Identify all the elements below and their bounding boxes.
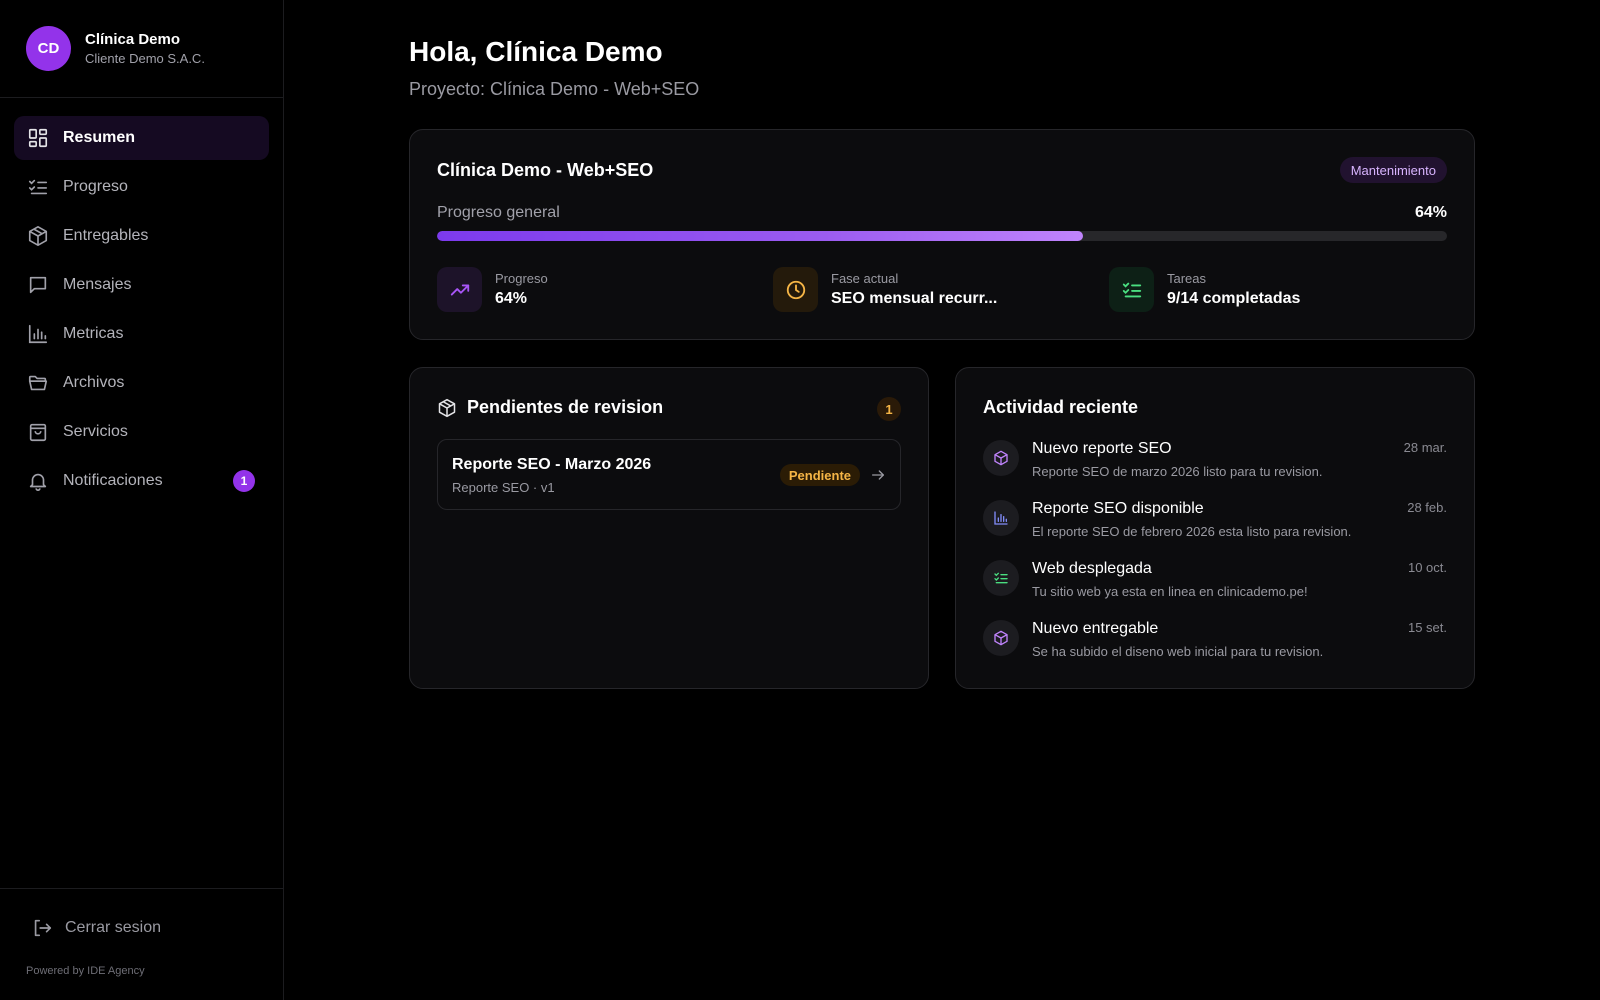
sidebar-nav: Resumen Progreso Entregables Mensajes Me…	[0, 98, 283, 503]
sidebar-item-notificaciones[interactable]: Notificaciones 1	[14, 459, 269, 503]
stat-value: 64%	[495, 290, 528, 307]
pending-review-card: Pendientes de revision 1 Reporte SEO - M…	[409, 367, 929, 689]
bar-chart-icon	[27, 323, 49, 345]
profile-name: Clínica Demo	[85, 31, 181, 48]
powered-by: Powered by IDE Agency	[26, 965, 145, 977]
sidebar-item-label: Archivos	[63, 374, 125, 391]
sidebar-item-entregables[interactable]: Entregables	[14, 214, 269, 258]
sidebar-footer: Cerrar sesion Powered by IDE Agency	[0, 888, 283, 977]
pending-item-title: Reporte SEO - Marzo 2026	[452, 456, 652, 473]
sidebar-item-label: Notificaciones	[63, 472, 163, 489]
logout-icon	[31, 917, 53, 939]
list-check-icon	[1109, 267, 1154, 312]
sidebar-item-label: Mensajes	[63, 276, 132, 293]
avatar: CD	[26, 26, 71, 71]
logout-label: Cerrar sesion	[65, 919, 162, 936]
sidebar-item-mensajes[interactable]: Mensajes	[14, 263, 269, 307]
recent-activity-card: Actividad reciente Nuevo reporte SEO Rep…	[955, 367, 1475, 689]
activity-date: 10 oct.	[1407, 560, 1447, 575]
sidebar-item-label: Resumen	[63, 129, 136, 146]
activity-description: Se ha subido el diseno web inicial para …	[1032, 644, 1324, 659]
package-icon	[983, 620, 1019, 656]
activity-description: Tu sitio web ya esta en linea en clinica…	[1032, 584, 1308, 599]
package-icon	[983, 440, 1019, 476]
project-summary-card: Clínica Demo - Web+SEO Mantenimiento Pro…	[409, 129, 1475, 340]
bell-icon	[27, 470, 49, 492]
stat-value: 9/14 completadas	[1167, 290, 1301, 307]
clock-icon	[773, 267, 818, 312]
activity-title: Reporte SEO disponible	[1032, 500, 1204, 517]
project-title: Clínica Demo - Web+SEO	[437, 160, 654, 180]
activity-title: Nuevo entregable	[1032, 620, 1159, 637]
pending-item-subtitle: Reporte SEO · v1	[452, 480, 555, 495]
grid-icon	[27, 127, 49, 149]
section-title: Pendientes de revision	[467, 397, 664, 417]
pending-item[interactable]: Reporte SEO - Marzo 2026 Reporte SEO · v…	[437, 439, 901, 510]
progress-bar	[437, 231, 1447, 241]
status-badge: Pendiente	[779, 464, 860, 486]
sidebar-item-label: Progreso	[63, 178, 128, 195]
activity-item[interactable]: Reporte SEO disponible El reporte SEO de…	[983, 498, 1447, 548]
arrow-right-icon	[872, 470, 884, 480]
stat-label: Progreso	[495, 271, 548, 286]
sidebar-item-archivos[interactable]: Archivos	[14, 361, 269, 405]
activity-date: 28 mar.	[1403, 440, 1447, 455]
stat-tareas: Tareas 9/14 completadas	[1109, 267, 1300, 312]
trending-up-icon	[437, 267, 482, 312]
progress-label: Progreso general	[437, 204, 560, 221]
activity-item[interactable]: Nuevo reporte SEO Reporte SEO de marzo 2…	[983, 438, 1447, 488]
activity-description: Reporte SEO de marzo 2026 listo para tu …	[1032, 464, 1323, 479]
profile-company: Cliente Demo S.A.C.	[85, 51, 205, 66]
package-icon	[27, 225, 49, 247]
stat-fase-actual: Fase actual SEO mensual recurr...	[773, 267, 997, 312]
notification-count-badge: 1	[233, 470, 255, 492]
sidebar-item-label: Metricas	[63, 325, 124, 342]
sidebar-item-progreso[interactable]: Progreso	[14, 165, 269, 209]
phase-badge: Mantenimiento	[1339, 157, 1447, 183]
profile-header: CD Clínica Demo Cliente Demo S.A.C.	[0, 0, 283, 98]
activity-date: 15 set.	[1407, 620, 1447, 635]
sidebar-item-label: Servicios	[63, 423, 128, 440]
logout-button[interactable]: Cerrar sesion	[0, 903, 283, 953]
folder-icon	[27, 372, 49, 394]
progress-bar-fill	[437, 231, 1084, 241]
activity-title: Nuevo reporte SEO	[1032, 440, 1172, 457]
sidebar-item-servicios[interactable]: Servicios	[14, 410, 269, 454]
list-check-icon	[983, 560, 1019, 596]
page-title: Hola, Clínica Demo	[409, 36, 663, 67]
sidebar: CD Clínica Demo Cliente Demo S.A.C. Resu…	[0, 0, 284, 1000]
message-icon	[27, 274, 49, 296]
sidebar-item-metricas[interactable]: Metricas	[14, 312, 269, 356]
list-check-icon	[27, 176, 49, 198]
pending-count-badge: 1	[877, 397, 901, 421]
sidebar-item-resumen[interactable]: Resumen	[14, 116, 269, 160]
progress-percent: 64%	[1414, 204, 1447, 221]
stat-label: Fase actual	[831, 271, 899, 286]
activity-date: 28 feb.	[1407, 500, 1447, 515]
section-title: Actividad reciente	[983, 397, 1139, 417]
bar-chart-icon	[983, 500, 1019, 536]
stat-value: SEO mensual recurr...	[831, 290, 998, 307]
stat-progreso: Progreso 64%	[437, 267, 548, 312]
activity-item[interactable]: Web desplegada Tu sitio web ya esta en l…	[983, 558, 1447, 608]
activity-title: Web desplegada	[1032, 560, 1152, 577]
activity-item[interactable]: Nuevo entregable Se ha subido el diseno …	[983, 618, 1447, 668]
shopping-bag-icon	[27, 421, 49, 443]
stat-label: Tareas	[1167, 271, 1207, 286]
activity-description: El reporte SEO de febrero 2026 esta list…	[1032, 524, 1352, 539]
package-icon	[438, 398, 456, 417]
project-subtitle: Proyecto: Clínica Demo - Web+SEO	[409, 79, 700, 99]
sidebar-item-label: Entregables	[63, 227, 149, 244]
